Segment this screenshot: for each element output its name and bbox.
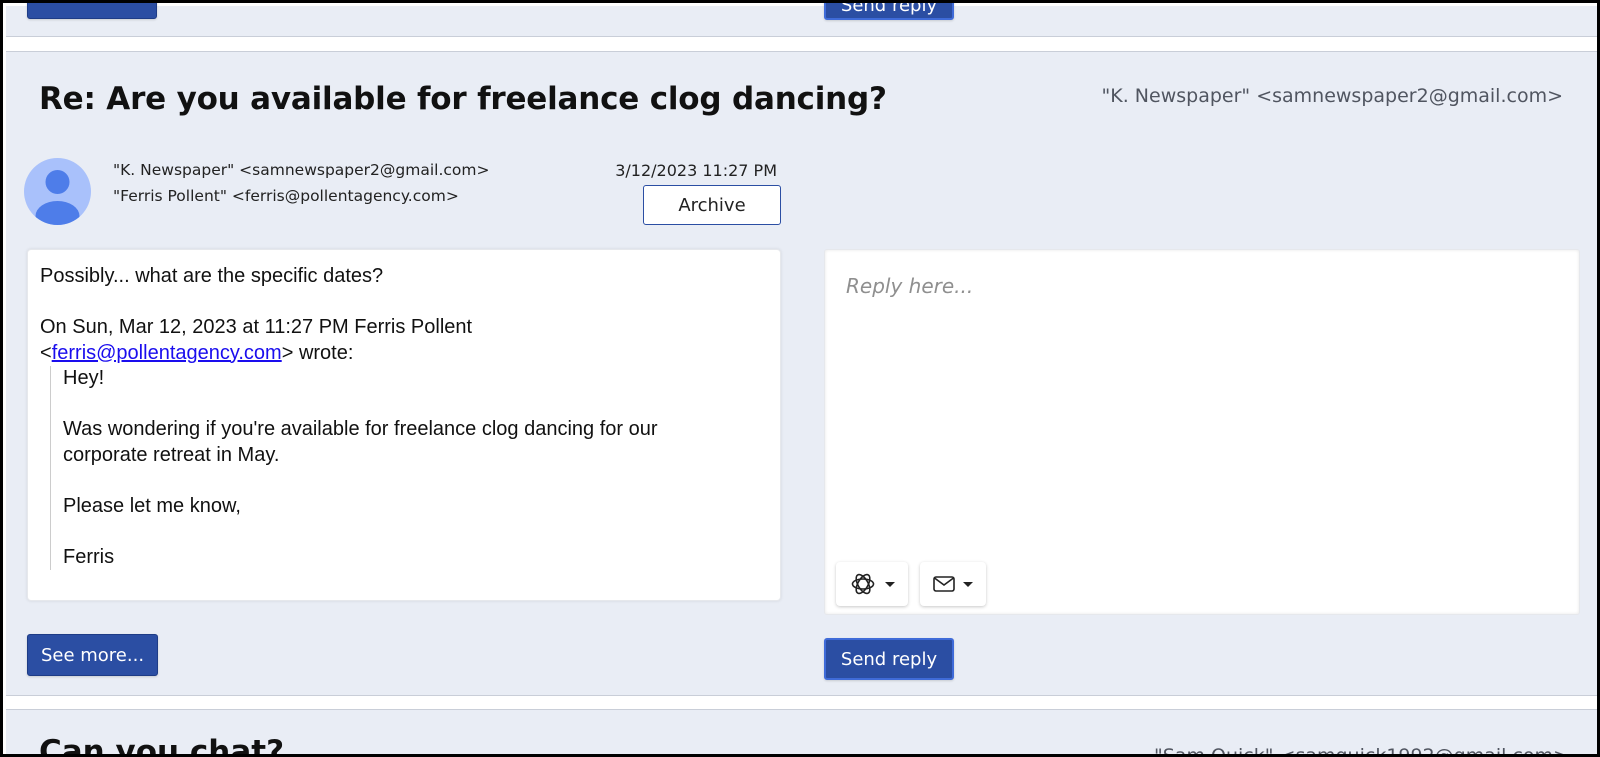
quoted-greeting: Hey! (63, 367, 105, 389)
chevron-down-icon (885, 581, 895, 587)
thread-from-header: "K. Newspaper" <samnewspaper2@gmail.com> (1101, 85, 1563, 107)
next-thread-from-header: "Sam Quick" <samquick1992@gmail.com> (1154, 745, 1569, 757)
previous-thread-card: Send reply (6, 3, 1597, 37)
quoted-message: Hey! Was wondering if you're available f… (50, 366, 768, 570)
send-reply-button[interactable]: Send reply (824, 638, 954, 680)
mail-options-dropdown[interactable] (920, 562, 986, 606)
sender-email-link[interactable]: ferris@pollentagency.com (52, 342, 282, 364)
user-icon (35, 170, 80, 225)
quoted-closing: Please let me know, (63, 494, 241, 517)
reply-input[interactable] (825, 250, 1579, 540)
reply-composer (824, 249, 1580, 615)
previous-see-more-button[interactable] (27, 3, 157, 19)
next-thread-subject: Can you chat? (39, 734, 285, 757)
message-to: "Ferris Pollent" <ferris@pollentagency.c… (113, 187, 459, 205)
archive-button[interactable]: Archive (643, 185, 781, 225)
app-viewport: Send reply Re: Are you available for fre… (0, 0, 1600, 757)
thread-subject: Re: Are you available for freelance clog… (39, 81, 887, 117)
envelope-icon (933, 576, 955, 592)
message-from: "K. Newspaper" <samnewspaper2@gmail.com> (113, 161, 490, 179)
attribution-line: On Sun, Mar 12, 2023 at 11:27 PM Ferris … (40, 316, 473, 338)
chevron-down-icon (963, 581, 973, 587)
attribution-email-line: <ferris@pollentagency.com> wrote: (40, 341, 768, 367)
ai-assist-dropdown[interactable] (836, 562, 908, 606)
see-more-button[interactable]: See more... (27, 634, 158, 676)
message-date: 3/12/2023 11:27 PM (615, 161, 777, 180)
message-body: Possibly... what are the specific dates?… (27, 249, 781, 601)
avatar (24, 158, 91, 225)
quoted-signature: Ferris (63, 545, 115, 568)
quoted-line: Was wondering if you're available for fr… (63, 418, 658, 440)
quoted-line: corporate retreat in May. (63, 443, 280, 466)
next-thread-card: Can you chat? "Sam Quick" <samquick1992@… (6, 709, 1597, 757)
openai-icon (851, 573, 875, 595)
attribution-lt: < (40, 341, 52, 364)
attribution-wrote: > wrote: (281, 341, 354, 364)
reply-text: Possibly... what are the specific dates? (40, 265, 384, 287)
previous-send-reply-button[interactable]: Send reply (824, 3, 954, 20)
